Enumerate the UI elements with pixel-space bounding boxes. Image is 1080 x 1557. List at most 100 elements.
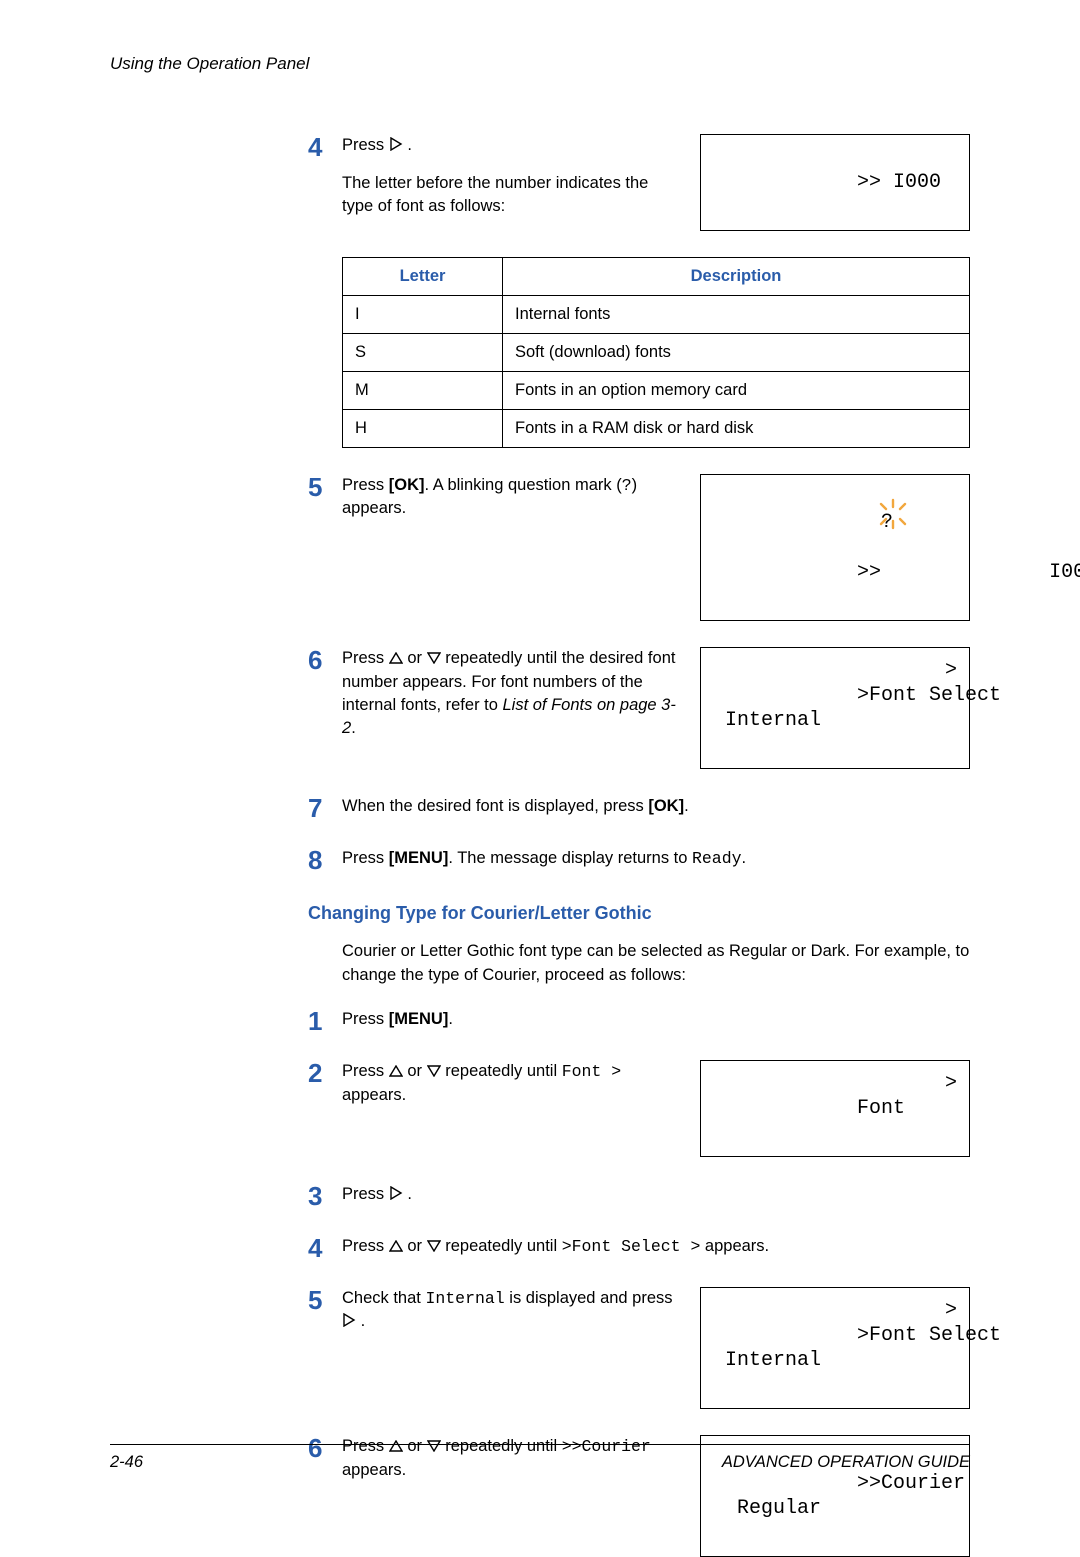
right-triangle-icon	[389, 1184, 403, 1207]
step-number: 2	[308, 1060, 342, 1157]
lcd-display: >>? I000	[700, 474, 970, 621]
down-triangle-icon	[427, 1061, 441, 1084]
table-row: M Fonts in an option memory card	[343, 372, 970, 410]
ok-key: [OK]	[648, 797, 684, 815]
lcd-line: Font	[857, 1097, 905, 1120]
text: .	[448, 1010, 453, 1028]
font-letter-table: Letter Description I Internal fonts S So…	[342, 257, 970, 448]
ready-text: Ready	[692, 849, 742, 868]
stepB-4: 4 Press or repeatedly until >Font Select…	[308, 1235, 970, 1261]
cell-letter: M	[343, 372, 503, 410]
right-triangle-icon	[389, 135, 403, 158]
lcd-display: >Font Select> Internal	[700, 647, 970, 769]
running-header: Using the Operation Panel	[110, 54, 970, 74]
text: .	[742, 849, 747, 867]
lcd-line: Internal	[713, 709, 821, 732]
lcd-arrow: >	[945, 1298, 957, 1323]
cell-desc: Fonts in a RAM disk or hard disk	[503, 410, 970, 448]
blinking-question-mark: ?	[881, 510, 1049, 585]
font-select-label: >Font Select >	[562, 1237, 701, 1256]
font-label: Font >	[562, 1062, 621, 1081]
down-triangle-icon	[427, 648, 441, 671]
text: Press	[342, 1237, 389, 1255]
text: or	[407, 649, 426, 667]
section-intro: Courier or Letter Gothic font type can b…	[342, 940, 970, 988]
text: Check that	[342, 1289, 425, 1307]
blink-burst-icon	[875, 498, 911, 530]
lcd-prefix: >>	[857, 561, 881, 584]
cell-desc: Soft (download) fonts	[503, 334, 970, 372]
text: repeatedly until	[445, 1062, 562, 1080]
text: . The message display returns to	[448, 849, 692, 867]
step-7: 7 When the desired font is displayed, pr…	[308, 795, 970, 821]
cell-desc: Fonts in an option memory card	[503, 372, 970, 410]
lcd-arrow: >	[945, 1071, 957, 1096]
step-4: 4 Press . The letter before the number i…	[308, 134, 970, 231]
cell-letter: S	[343, 334, 503, 372]
up-triangle-icon	[389, 1236, 403, 1259]
internal-label: Internal	[425, 1289, 504, 1308]
text: When the desired font is displayed, pres…	[342, 797, 648, 815]
lcd-line: >> I000	[857, 171, 941, 194]
page-footer: 2-46 ADVANCED OPERATION GUIDE	[110, 1444, 970, 1472]
text: or	[407, 1237, 426, 1255]
lcd-suffix: I000	[1049, 561, 1080, 584]
step-5: 5 Press [OK]. A blinking question mark (…	[308, 474, 970, 621]
text: The letter before the number indicates t…	[342, 172, 678, 218]
step-8: 8 Press [MENU]. The message display retu…	[308, 847, 970, 873]
lcd-line: >Font Select	[857, 1324, 1001, 1347]
step-number: 7	[308, 795, 342, 821]
menu-key: [MENU]	[389, 1010, 449, 1028]
section-heading: Changing Type for Courier/Letter Gothic	[308, 903, 970, 924]
doc-title: ADVANCED OPERATION GUIDE	[722, 1453, 970, 1472]
table-row: I Internal fonts	[343, 296, 970, 334]
stepB-1: 1 Press [MENU].	[308, 1008, 970, 1034]
stepB-5: 5 Check that Internal is displayed and p…	[308, 1287, 970, 1409]
step-number: 4	[308, 134, 342, 231]
text: repeatedly until	[445, 1237, 562, 1255]
text: Press	[342, 136, 389, 154]
step-number: 5	[308, 1287, 342, 1409]
lcd-display: >Font Select> Internal	[700, 1287, 970, 1409]
stepB-2: 2 Press or repeatedly until Font > appea…	[308, 1060, 970, 1157]
lcd-line: >Font Select	[857, 684, 1001, 707]
step-number: 3	[308, 1183, 342, 1209]
lcd-display: Font >	[700, 1060, 970, 1157]
menu-key: [MENU]	[389, 849, 449, 867]
cell-letter: H	[343, 410, 503, 448]
up-triangle-icon	[389, 1061, 403, 1084]
text: Press	[342, 649, 389, 667]
down-triangle-icon	[427, 1236, 441, 1259]
text: . A blinking question mark (	[425, 476, 622, 494]
text: appears.	[342, 1086, 406, 1104]
lcd-display: >> I000	[700, 134, 970, 231]
text: Press	[342, 476, 389, 494]
step-number: 5	[308, 474, 342, 621]
question-mark: ?	[622, 476, 632, 495]
step-number: 8	[308, 847, 342, 873]
lcd-line: Internal	[713, 1349, 821, 1372]
text: Press	[342, 1185, 389, 1203]
table-row: S Soft (download) fonts	[343, 334, 970, 372]
text: .	[361, 1312, 366, 1330]
step-number: 1	[308, 1008, 342, 1034]
text: Press	[342, 849, 389, 867]
text: Press	[342, 1062, 389, 1080]
table-header-letter: Letter	[343, 258, 503, 296]
lcd-line: >>Courier	[857, 1472, 965, 1495]
text: is displayed and press	[505, 1289, 673, 1307]
text: appears.	[700, 1237, 769, 1255]
text: .	[407, 136, 412, 154]
table-row: H Fonts in a RAM disk or hard disk	[343, 410, 970, 448]
table-header-desc: Description	[503, 258, 970, 296]
text: .	[684, 797, 689, 815]
stepB-3: 3 Press .	[308, 1183, 970, 1209]
lcd-line: Regular	[713, 1497, 821, 1520]
cell-desc: Internal fonts	[503, 296, 970, 334]
text: .	[407, 1185, 412, 1203]
text: Press	[342, 1010, 389, 1028]
right-triangle-icon	[342, 1311, 356, 1334]
cell-letter: I	[343, 296, 503, 334]
text: or	[407, 1062, 426, 1080]
step-number: 4	[308, 1235, 342, 1261]
